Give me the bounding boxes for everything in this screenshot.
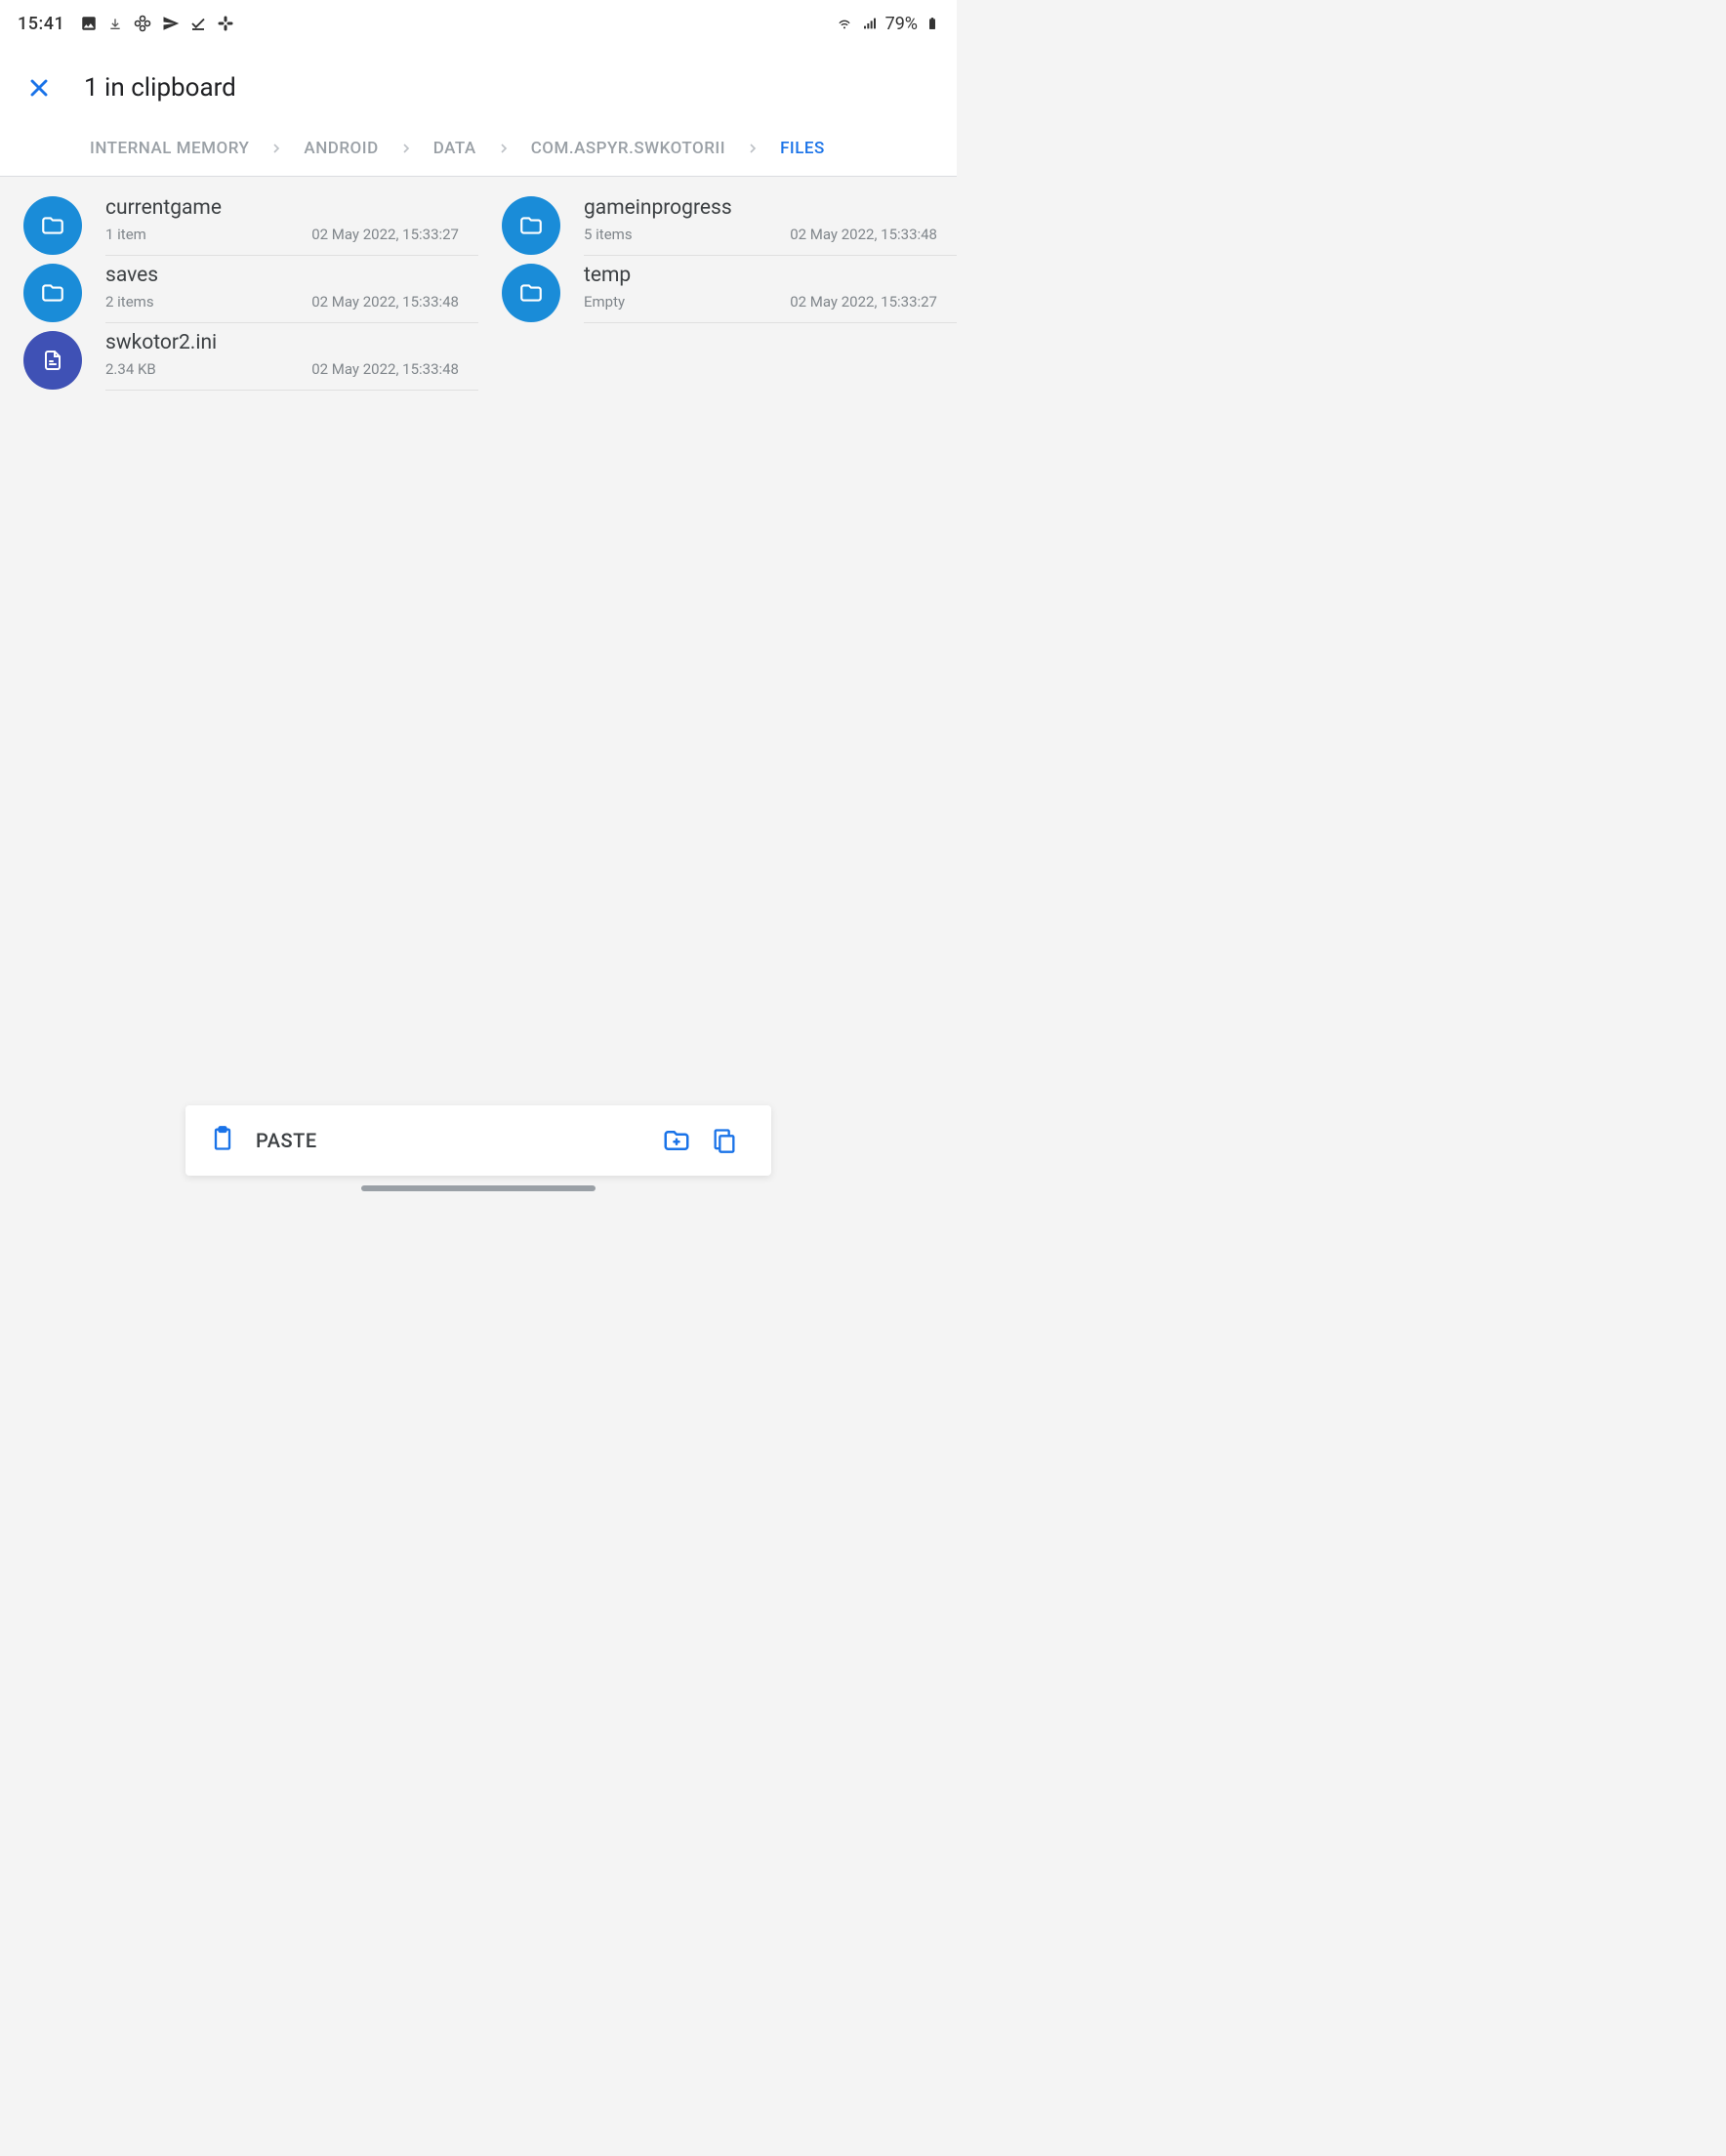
battery-percent: 79% — [885, 14, 918, 34]
file-meta-info: 2 items — [105, 293, 154, 311]
status-bar: 15:41 79% — [0, 0, 957, 47]
copy-button[interactable] — [701, 1117, 748, 1164]
breadcrumb-item[interactable]: INTERNAL MEMORY — [78, 139, 261, 158]
folder-item[interactable]: temp Empty 02 May 2022, 15:33:27 — [478, 256, 957, 323]
file-body: gameinprogress 5 items 02 May 2022, 15:33:… — [584, 196, 957, 256]
chevron-right-icon — [737, 141, 768, 156]
file-body: swkotor2.ini 2.34 KB 02 May 2022, 15:33:48 — [105, 331, 478, 391]
folder-item[interactable]: currentgame 1 item 02 May 2022, 15:33:27 — [0, 188, 478, 256]
file-name: saves — [105, 264, 459, 287]
status-left: 15:41 — [18, 14, 234, 34]
copy-icon — [711, 1127, 738, 1154]
bottom-action-bar: PASTE — [185, 1105, 771, 1176]
breadcrumb-item[interactable]: COM.ASPYR.SWKOTORII — [519, 139, 737, 158]
slack-icon — [217, 15, 234, 32]
file-body: saves 2 items 02 May 2022, 15:33:48 — [105, 264, 478, 323]
file-meta-info: 2.34 KB — [105, 360, 156, 378]
breadcrumb-item[interactable]: DATA — [422, 139, 488, 158]
check-icon — [189, 15, 207, 32]
folder-item[interactable]: gameinprogress 5 items 02 May 2022, 15:33:… — [478, 188, 957, 256]
new-folder-button[interactable] — [652, 1116, 701, 1165]
wifi-icon — [835, 16, 854, 31]
file-date: 02 May 2022, 15:33:48 — [311, 360, 459, 378]
file-name: gameinprogress — [584, 196, 937, 220]
breadcrumb: INTERNAL MEMORY ANDROID DATA COM.ASPYR.SWKO… — [0, 125, 957, 177]
send-icon — [162, 15, 180, 32]
paste-label: PASTE — [256, 1129, 317, 1152]
file-date: 02 May 2022, 15:33:48 — [790, 226, 937, 243]
file-date: 02 May 2022, 15:33:27 — [311, 226, 459, 243]
folder-icon — [23, 264, 82, 322]
folder-item[interactable]: saves 2 items 02 May 2022, 15:33:48 — [0, 256, 478, 323]
title-bar: 1 in clipboard — [0, 47, 957, 125]
chevron-right-icon — [488, 141, 519, 156]
file-meta: 1 item 02 May 2022, 15:33:27 — [105, 226, 459, 243]
chevron-right-icon — [390, 141, 422, 156]
signal-icon — [860, 16, 880, 31]
file-date: 02 May 2022, 15:33:27 — [790, 293, 937, 311]
nav-handle[interactable] — [361, 1185, 596, 1191]
file-icon — [23, 331, 82, 390]
folder-icon — [23, 196, 82, 255]
breadcrumb-item[interactable]: ANDROID — [292, 139, 390, 158]
file-meta: Empty 02 May 2022, 15:33:27 — [584, 293, 937, 311]
status-right: 79% — [835, 14, 939, 34]
file-meta: 2 items 02 May 2022, 15:33:48 — [105, 293, 459, 311]
file-item[interactable]: swkotor2.ini 2.34 KB 02 May 2022, 15:33:48 — [0, 323, 478, 391]
file-meta-info: Empty — [584, 293, 625, 311]
new-folder-icon — [662, 1126, 691, 1155]
file-name: temp — [584, 264, 937, 287]
file-meta-info: 1 item — [105, 226, 146, 243]
file-name: currentgame — [105, 196, 459, 220]
file-body: temp Empty 02 May 2022, 15:33:27 — [584, 264, 957, 323]
file-date: 02 May 2022, 15:33:48 — [311, 293, 459, 311]
photos-icon — [133, 14, 152, 33]
folder-icon — [502, 264, 560, 322]
close-icon — [25, 74, 53, 102]
image-icon — [80, 15, 98, 32]
file-meta: 5 items 02 May 2022, 15:33:48 — [584, 226, 937, 243]
file-meta: 2.34 KB 02 May 2022, 15:33:48 — [105, 360, 459, 378]
file-name: swkotor2.ini — [105, 331, 459, 354]
chevron-right-icon — [261, 141, 292, 156]
paste-button[interactable]: PASTE — [209, 1125, 652, 1156]
breadcrumb-item[interactable]: FILES — [768, 139, 837, 158]
close-button[interactable] — [20, 68, 59, 107]
folder-icon — [502, 196, 560, 255]
battery-icon — [925, 14, 939, 33]
status-time: 15:41 — [18, 14, 64, 34]
file-grid: currentgame 1 item 02 May 2022, 15:33:27 ga… — [0, 177, 957, 391]
clipboard-icon — [209, 1125, 236, 1156]
file-meta-info: 5 items — [584, 226, 633, 243]
download-icon — [107, 15, 123, 32]
page-title: 1 in clipboard — [84, 73, 236, 103]
file-body: currentgame 1 item 02 May 2022, 15:33:27 — [105, 196, 478, 256]
